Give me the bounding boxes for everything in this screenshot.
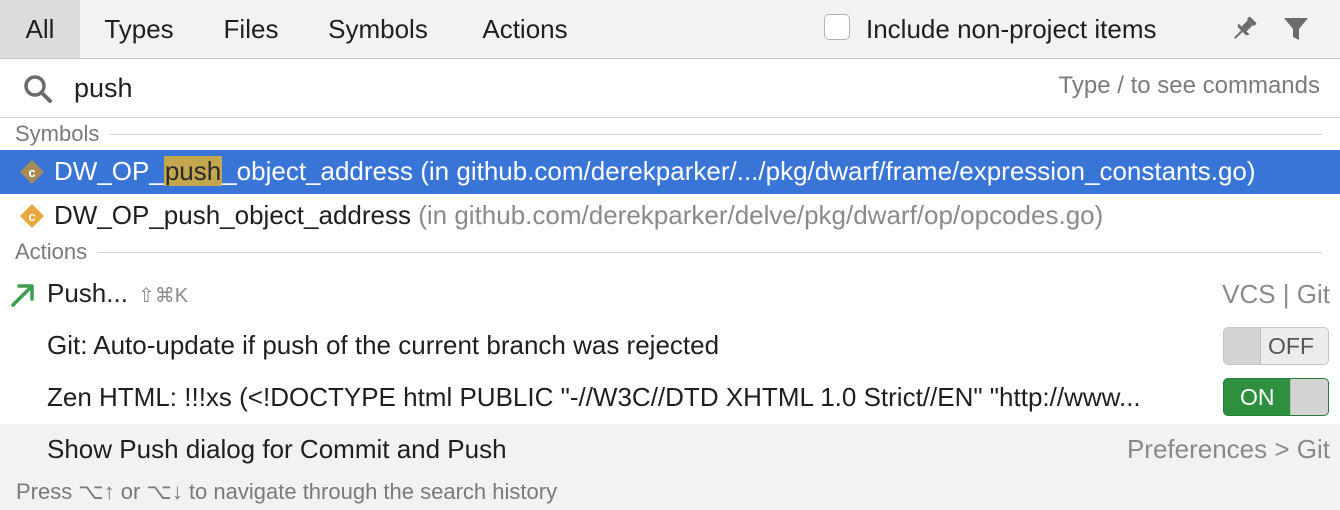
symbol-location: (in github.com/derekparker/.../pkg/dwarf… <box>420 156 1256 186</box>
tab-all[interactable]: All <box>0 0 80 58</box>
symbol-name-suffix: _object_address <box>222 156 414 186</box>
toggle-switch-off[interactable]: OFF <box>1223 327 1329 365</box>
actions-section-header: Actions <box>0 236 1340 268</box>
symbol-result-text: DW_OP_push_object_address (in github.com… <box>54 194 1103 236</box>
pin-icon[interactable] <box>1228 14 1260 44</box>
toggle-knob <box>1224 328 1261 364</box>
tab-actions[interactable]: Actions <box>464 0 586 58</box>
symbol-name-prefix: DW_OP_ <box>54 156 164 186</box>
search-icon <box>24 75 52 103</box>
status-footer: Press ⌥↑ or ⌥↓ to navigate through the s… <box>0 474 1340 510</box>
push-arrow-icon <box>11 284 34 307</box>
toggle-state: ON <box>1240 384 1275 410</box>
actions-section-label: Actions <box>15 236 98 268</box>
symbol-name: DW_OP_push_object_address <box>54 200 411 230</box>
action-push-row[interactable]: Push... ⇧⌘K VCS | Git <box>0 272 1340 316</box>
search-input[interactable] <box>74 69 974 107</box>
filter-icon[interactable] <box>1282 15 1310 43</box>
symbol-result-text: DW_OP_push_object_address (in github.com… <box>54 150 1256 192</box>
symbol-result-row[interactable]: c DW_OP_push_object_address (in github.c… <box>0 194 1340 238</box>
search-everywhere-tabs: All Types Files Symbols Actions Include … <box>0 0 1340 59</box>
toggle-state: OFF <box>1268 333 1314 359</box>
action-group: VCS | Git <box>1222 279 1330 309</box>
action-label: Push... ⇧⌘K <box>47 272 188 317</box>
tab-symbols[interactable]: Symbols <box>312 0 444 58</box>
search-match-highlight: push <box>163 156 223 186</box>
svg-text:c: c <box>28 165 35 180</box>
action-label: Zen HTML: !!!xs (<!DOCTYPE html PUBLIC "… <box>47 382 1141 412</box>
section-divider <box>15 252 1322 253</box>
include-non-project-label: Include non-project items <box>866 14 1157 44</box>
class-icon: c <box>20 204 44 228</box>
keyboard-shortcut: ⇧⌘K <box>137 285 189 307</box>
section-divider <box>15 134 1322 135</box>
search-hint: Type / to see commands <box>1058 72 1320 99</box>
footer-hint: Press ⌥↑ or ⌥↓ to navigate through the s… <box>16 479 558 504</box>
symbol-location: (in github.com/derekparker/delve/pkg/dwa… <box>418 200 1104 230</box>
action-show-push-dialog-row[interactable]: Show Push dialog for Commit and Push Pre… <box>0 424 1340 474</box>
include-non-project-checkbox[interactable] <box>824 14 850 40</box>
toggle-switch-on[interactable]: ON <box>1223 378 1329 416</box>
search-bar: Type / to see commands <box>0 59 1340 118</box>
symbol-result-row[interactable]: c DW_OP_push_object_address (in github.c… <box>0 150 1340 194</box>
symbols-section-header: Symbols <box>0 118 1340 150</box>
action-zen-html-row[interactable]: Zen HTML: !!!xs (<!DOCTYPE html PUBLIC "… <box>0 376 1340 420</box>
action-label: Show Push dialog for Commit and Push <box>47 434 507 464</box>
tab-files[interactable]: Files <box>210 0 292 58</box>
symbols-section-label: Symbols <box>15 118 110 150</box>
toggle-knob <box>1290 379 1328 415</box>
action-label: Git: Auto-update if push of the current … <box>47 330 720 360</box>
action-group: Preferences > Git <box>1126 434 1330 464</box>
tab-types[interactable]: Types <box>88 0 190 58</box>
svg-text:c: c <box>28 209 35 224</box>
action-push-label: Push... <box>47 278 128 308</box>
class-icon: c <box>20 160 44 184</box>
action-auto-update-row[interactable]: Git: Auto-update if push of the current … <box>0 324 1340 368</box>
